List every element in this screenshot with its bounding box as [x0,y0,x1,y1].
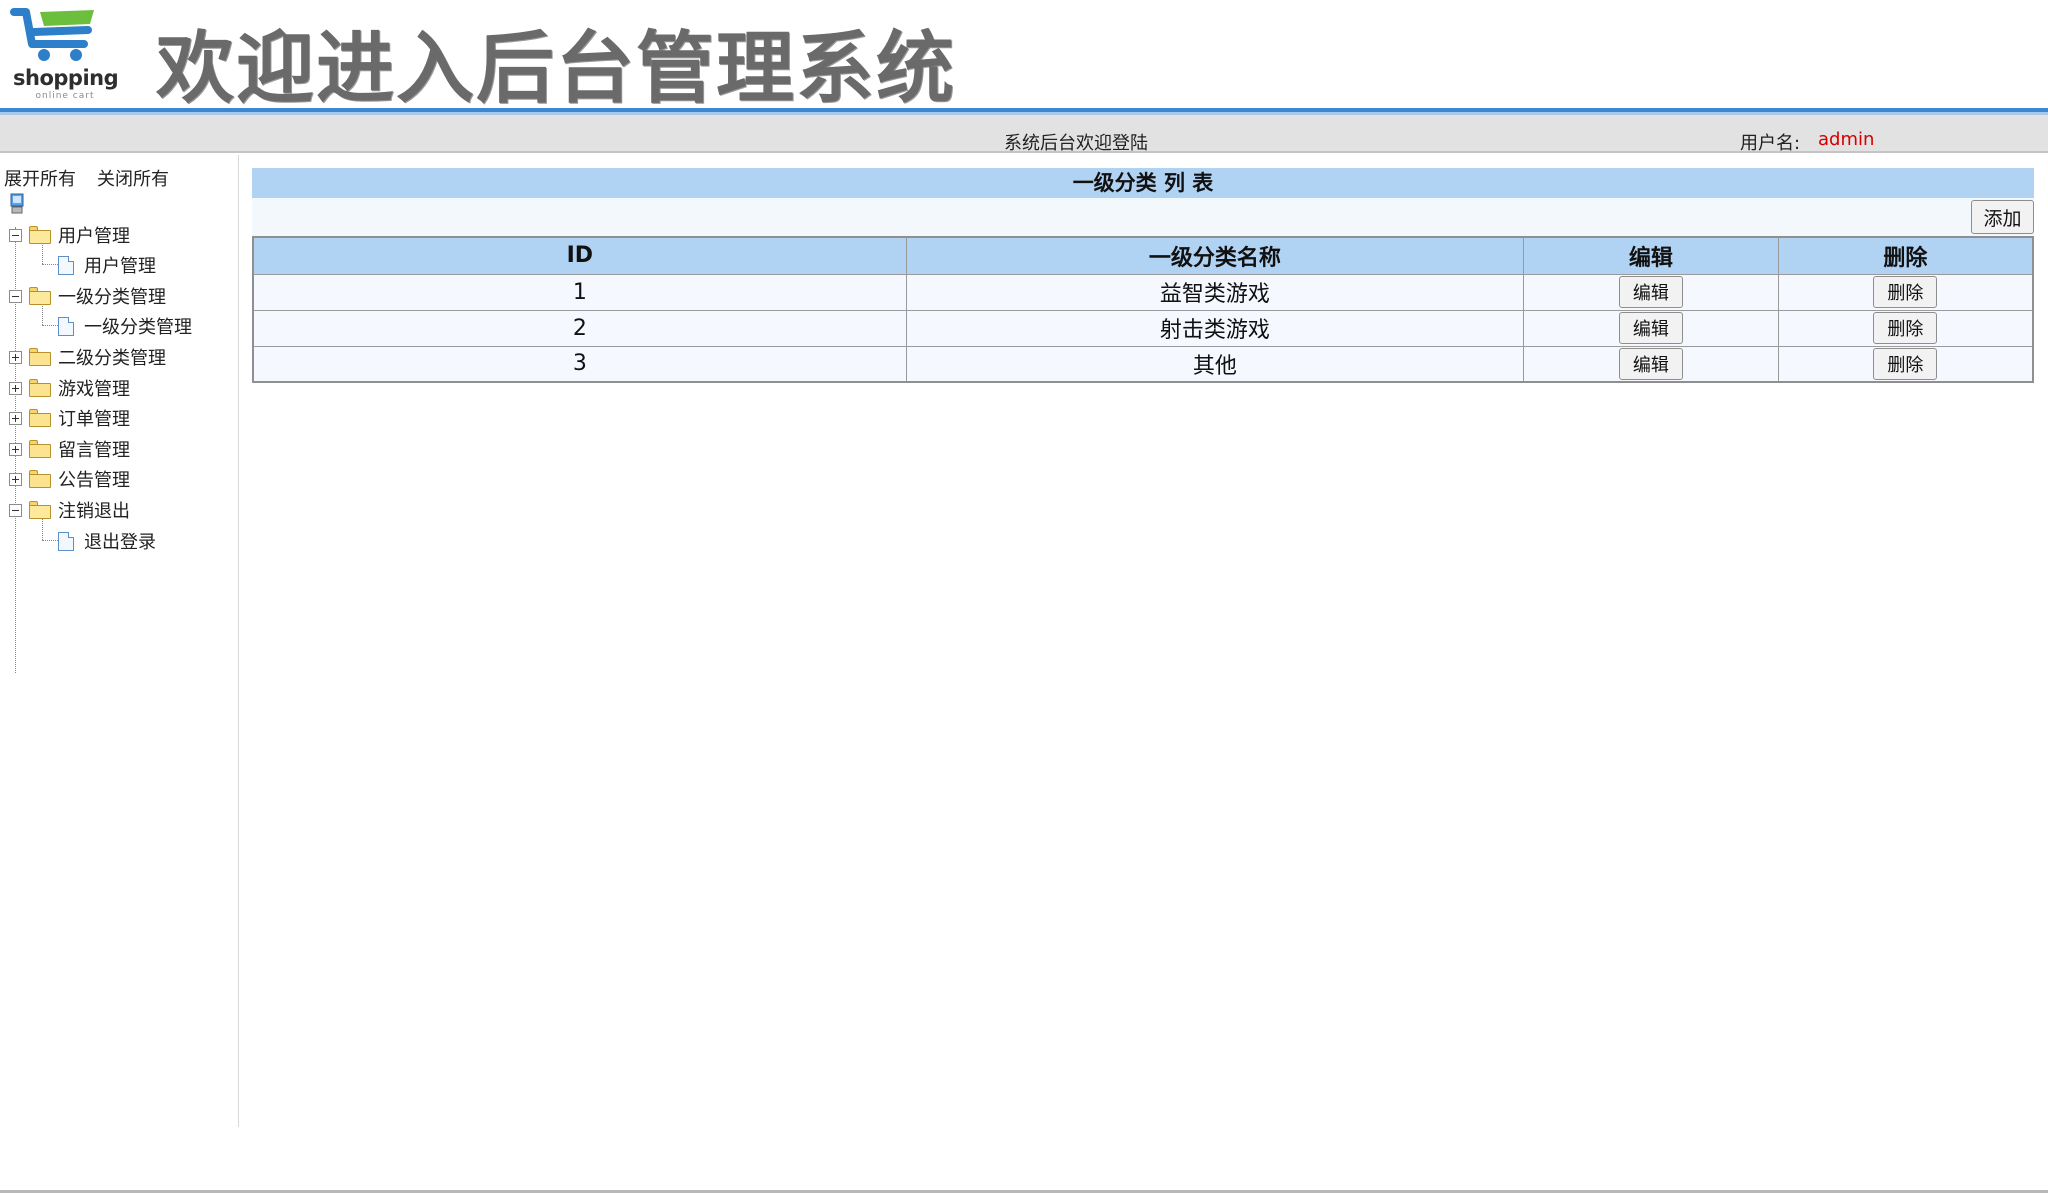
cell-edit: 编辑 [1522,345,1779,383]
cell-id: 2 [252,309,907,347]
cell-name: 其他 [905,345,1524,383]
cell-id: 1 [252,273,907,311]
column-header-id: ID [252,236,907,275]
expand-toggle-icon[interactable] [9,381,22,395]
tree-node-secondary-category[interactable]: 二级分类管理 [9,344,166,370]
add-button[interactable]: 添加 [1971,200,2034,234]
cell-delete: 删除 [1777,309,2034,347]
collapse-toggle-icon[interactable] [9,289,22,303]
tree-node-primary-category[interactable]: 一级分类管理 [9,283,166,309]
cell-edit: 编辑 [1522,309,1779,347]
folder-open-icon [29,287,51,305]
tree-line [42,540,58,541]
tree-leaf-user-management[interactable]: 用户管理 [58,252,156,278]
sidebar-tree: 展开所有 关闭所有 用户管理 用户管理 一级分类管理 一级分类管理 二级分类管理 [0,155,239,1127]
cell-name: 射击类游戏 [905,309,1524,347]
tree-node-label: 一级分类管理 [58,287,166,308]
tree-leaf-logout[interactable]: 退出登录 [58,528,156,554]
column-header-edit: 编辑 [1522,236,1779,275]
expand-toggle-icon[interactable] [9,350,22,364]
tree-node-label: 游戏管理 [58,379,130,400]
delete-button[interactable]: 删除 [1873,312,1938,344]
table-row: 1 益智类游戏 编辑 删除 [252,273,2034,311]
collapse-toggle-icon[interactable] [9,228,22,242]
tree-node-label: 注销退出 [58,501,130,522]
tree-node-message-management[interactable]: 留言管理 [9,436,130,462]
folder-icon [29,409,51,427]
delete-button[interactable]: 删除 [1873,347,1938,380]
tree-node-label: 二级分类管理 [58,348,166,369]
edit-button[interactable]: 编辑 [1618,276,1683,308]
username-value: admin [1818,129,1875,150]
page-icon [58,316,74,336]
collapse-all-link[interactable]: 关闭所有 [97,165,169,191]
folder-icon [29,348,51,366]
tree-node-user-management[interactable]: 用户管理 [9,222,130,248]
cell-name: 益智类游戏 [905,273,1524,311]
computer-root-icon [10,193,24,214]
shopping-cart-logo: shopping online cart [10,4,120,101]
page-title: 欢迎进入后台管理系统 [156,24,957,114]
tree-node-label: 用户管理 [58,226,130,247]
list-toolbar: 添加 [252,198,2034,236]
tree-node-label: 订单管理 [58,409,130,430]
table-row: 3 其他 编辑 删除 [252,345,2034,383]
tree-leaf-label[interactable]: 用户管理 [84,252,156,278]
list-title: 一级分类 列 表 [252,168,2034,198]
folder-open-icon [29,226,51,244]
tree-node-label: 留言管理 [58,440,130,461]
tree-node-logout[interactable]: 注销退出 [9,497,130,523]
folder-open-icon [29,501,51,519]
expand-all-link[interactable]: 展开所有 [4,165,76,191]
cell-edit: 编辑 [1522,273,1779,311]
table-row: 2 射击类游戏 编辑 删除 [252,309,2034,347]
delete-button[interactable]: 删除 [1873,276,1938,308]
main-panel: 一级分类 列 表 添加 ID 一级分类名称 编辑 删除 1 益智类游戏 编辑 删… [252,168,2034,383]
welcome-text: 系统后台欢迎登陆 [1004,133,1148,154]
category-table: ID 一级分类名称 编辑 删除 1 益智类游戏 编辑 删除 2 射击类游戏 编辑… [252,236,2034,383]
expand-toggle-icon[interactable] [9,442,22,456]
header: shopping online cart 欢迎进入后台管理系统 [0,0,2048,114]
tree-node-order-management[interactable]: 订单管理 [9,405,130,431]
cell-delete: 删除 [1777,273,2034,311]
page-icon [58,255,74,275]
status-bar: 系统后台欢迎登陆 用户名: admin [0,115,2048,154]
collapse-toggle-icon[interactable] [9,503,22,517]
tree-leaf-label[interactable]: 退出登录 [84,528,156,554]
logo-subtext: online cart [35,91,95,101]
cart-icon [10,8,94,61]
column-header-name: 一级分类名称 [905,236,1524,275]
folder-icon [29,440,51,458]
tree-node-label: 公告管理 [58,470,130,491]
username-label: 用户名: [1740,133,1801,154]
tree-leaf-primary-category[interactable]: 一级分类管理 [58,313,192,339]
edit-button[interactable]: 编辑 [1618,312,1683,344]
table-header-row: ID 一级分类名称 编辑 删除 [252,236,2034,275]
tree-node-game-management[interactable]: 游戏管理 [9,375,130,401]
cell-id: 3 [252,345,907,383]
column-header-delete: 删除 [1777,236,2034,275]
tree-leaf-label[interactable]: 一级分类管理 [84,313,192,339]
expand-toggle-icon[interactable] [9,472,22,486]
tree-node-notice-management[interactable]: 公告管理 [9,466,130,492]
logo-text: shopping [13,66,119,90]
expand-toggle-icon[interactable] [9,411,22,425]
tree-line [42,264,58,265]
cell-delete: 删除 [1777,345,2034,383]
tree-line [42,325,58,326]
page-icon [58,531,74,551]
folder-icon [29,470,51,488]
edit-button[interactable]: 编辑 [1618,347,1683,380]
folder-icon [29,379,51,397]
